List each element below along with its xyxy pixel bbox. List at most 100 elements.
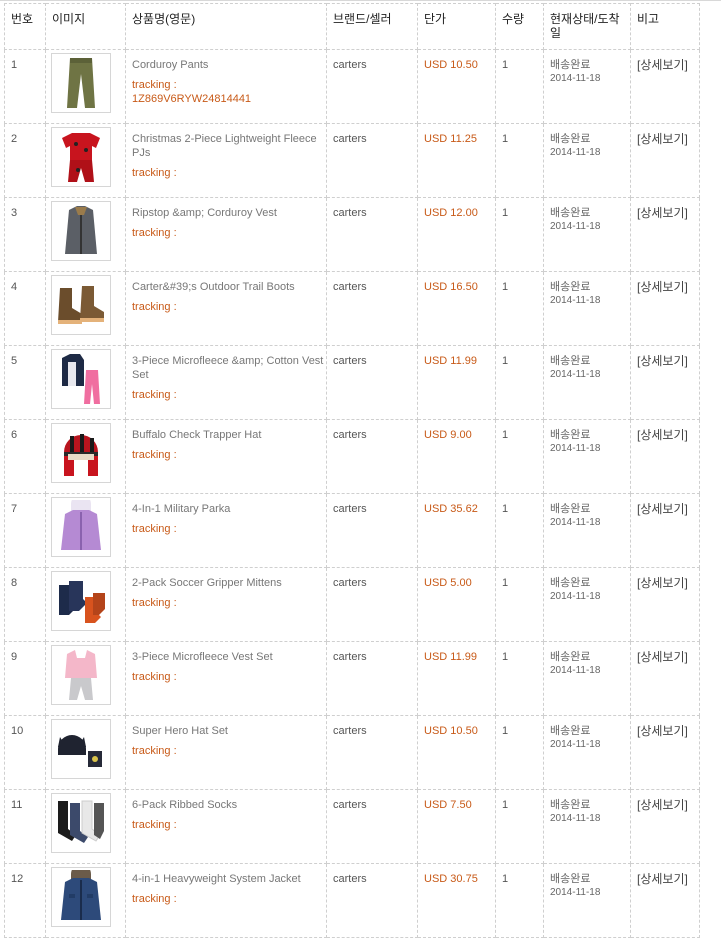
product-name: Ripstop &amp; Corduroy Vest	[132, 207, 277, 219]
view-details-link[interactable]: [상세보기]	[637, 58, 688, 72]
unit-price: USD 9.00	[424, 429, 472, 441]
hero-hat-icon	[54, 725, 108, 773]
product-name-cell: Super Hero Hat Set tracking :	[125, 715, 327, 790]
product-name: Buffalo Check Trapper Hat	[132, 429, 262, 441]
status-text: 배송완료	[550, 59, 591, 71]
product-name-cell: 4-in-1 Heavyweight System Jacket tracking…	[125, 863, 327, 938]
status-text: 배송완료	[550, 429, 591, 441]
status-text: 배송완료	[550, 651, 591, 663]
product-image-cell	[45, 715, 126, 790]
tracking-label: tracking :	[132, 597, 177, 609]
note-cell: [상세보기]	[630, 345, 700, 420]
product-thumbnail[interactable]	[51, 645, 111, 705]
price-cell: USD 11.99	[417, 345, 496, 420]
product-thumbnail[interactable]	[51, 53, 111, 113]
brand-cell: carters	[326, 641, 418, 716]
product-name: 6-Pack Ribbed Socks	[132, 799, 238, 811]
arrival-date: 2014-11-18	[550, 295, 601, 306]
pants-icon	[61, 56, 101, 110]
arrival-date: 2014-11-18	[550, 739, 601, 750]
view-details-link[interactable]: [상세보기]	[637, 872, 688, 886]
view-details-link[interactable]: [상세보기]	[637, 502, 688, 516]
table-row: 12 4-in-1 Heavyweight System Jacket tracki…	[4, 863, 700, 938]
product-thumbnail[interactable]	[51, 127, 111, 187]
view-details-link[interactable]: [상세보기]	[637, 724, 688, 738]
product-thumbnail[interactable]	[51, 275, 111, 335]
view-details-link[interactable]: [상세보기]	[637, 354, 688, 368]
status-cell: 배송완료 2014-11-18	[543, 419, 631, 494]
quantity-cell: 1	[495, 123, 544, 198]
product-image-cell	[45, 567, 126, 642]
unit-price: USD 10.50	[424, 59, 478, 71]
row-number: 7	[4, 493, 46, 568]
product-name-cell: Corduroy Pants tracking :1Z869V6RYW248144…	[125, 49, 327, 124]
status-cell: 배송완료 2014-11-18	[543, 197, 631, 272]
status-cell: 배송완료 2014-11-18	[543, 493, 631, 568]
product-name-cell: 3-Piece Microfleece &amp; Cotton Vest Se…	[125, 345, 327, 420]
view-details-link[interactable]: [상세보기]	[637, 428, 688, 442]
view-details-link[interactable]: [상세보기]	[637, 206, 688, 220]
product-thumbnail[interactable]	[51, 423, 111, 483]
view-details-link[interactable]: [상세보기]	[637, 576, 688, 590]
brand-cell: carters	[326, 419, 418, 494]
unit-price: USD 11.99	[424, 651, 477, 663]
view-details-link[interactable]: [상세보기]	[637, 650, 688, 664]
price-cell: USD 35.62	[417, 493, 496, 568]
status-cell: 배송완료 2014-11-18	[543, 271, 631, 346]
view-details-link[interactable]: [상세보기]	[637, 280, 688, 294]
unit-price: USD 16.50	[424, 281, 478, 293]
status-cell: 배송완료 2014-11-18	[543, 789, 631, 864]
arrival-date: 2014-11-18	[550, 147, 601, 158]
product-thumbnail[interactable]	[51, 497, 111, 557]
status-text: 배송완료	[550, 207, 591, 219]
arrival-date: 2014-11-18	[550, 665, 601, 676]
unit-price: USD 11.99	[424, 355, 477, 367]
product-thumbnail[interactable]	[51, 201, 111, 261]
row-number: 2	[4, 123, 46, 198]
boots-icon	[54, 282, 108, 328]
table-row: 4 Carter&#39;s Outdoor Trail Boots trackin…	[4, 271, 700, 346]
header-status: 현재상태/도착일	[543, 3, 631, 50]
product-image-cell	[45, 345, 126, 420]
order-items-table: 번호 이미지 상품명(영문) 브랜드/셀러 단가 수량 현재상태/도착일 비고 …	[4, 3, 700, 938]
brand-cell: carters	[326, 271, 418, 346]
note-cell: [상세보기]	[630, 271, 700, 346]
price-cell: USD 5.00	[417, 567, 496, 642]
row-number: 4	[4, 271, 46, 346]
note-cell: [상세보기]	[630, 863, 700, 938]
arrival-date: 2014-11-18	[550, 221, 601, 232]
product-name-cell: 3-Piece Microfleece Vest Set tracking :	[125, 641, 327, 716]
product-name-cell: 4-In-1 Military Parka tracking :	[125, 493, 327, 568]
status-text: 배송완료	[550, 355, 591, 367]
product-thumbnail[interactable]	[51, 867, 111, 927]
header-no: 번호	[4, 3, 46, 50]
table-row: 8 2-Pack Soccer Gripper Mittens tracking :…	[4, 567, 700, 642]
tracking-label: tracking :	[132, 745, 177, 757]
row-number: 9	[4, 641, 46, 716]
tracking-label: tracking :	[132, 79, 177, 91]
view-details-link[interactable]: [상세보기]	[637, 132, 688, 146]
note-cell: [상세보기]	[630, 419, 700, 494]
product-thumbnail[interactable]	[51, 571, 111, 631]
product-name: Super Hero Hat Set	[132, 725, 228, 737]
product-thumbnail[interactable]	[51, 793, 111, 853]
tracking-number[interactable]: 1Z869V6RYW24814441	[132, 92, 326, 106]
socks-icon	[54, 797, 108, 849]
header-price: 단가	[417, 3, 496, 50]
vest-set-icon	[56, 352, 106, 406]
product-name-cell: Christmas 2-Piece Lightweight Fleece PJs…	[125, 123, 327, 198]
mittens-icon	[55, 579, 107, 623]
brand-cell: carters	[326, 567, 418, 642]
product-thumbnail[interactable]	[51, 349, 111, 409]
row-number: 3	[4, 197, 46, 272]
arrival-date: 2014-11-18	[550, 813, 601, 824]
product-thumbnail[interactable]	[51, 719, 111, 779]
product-name: 2-Pack Soccer Gripper Mittens	[132, 577, 282, 589]
status-cell: 배송완료 2014-11-18	[543, 49, 631, 124]
arrival-date: 2014-11-18	[550, 73, 601, 84]
note-cell: [상세보기]	[630, 493, 700, 568]
note-cell: [상세보기]	[630, 567, 700, 642]
vest-icon	[59, 204, 103, 258]
view-details-link[interactable]: [상세보기]	[637, 798, 688, 812]
jacket-icon	[57, 870, 105, 924]
